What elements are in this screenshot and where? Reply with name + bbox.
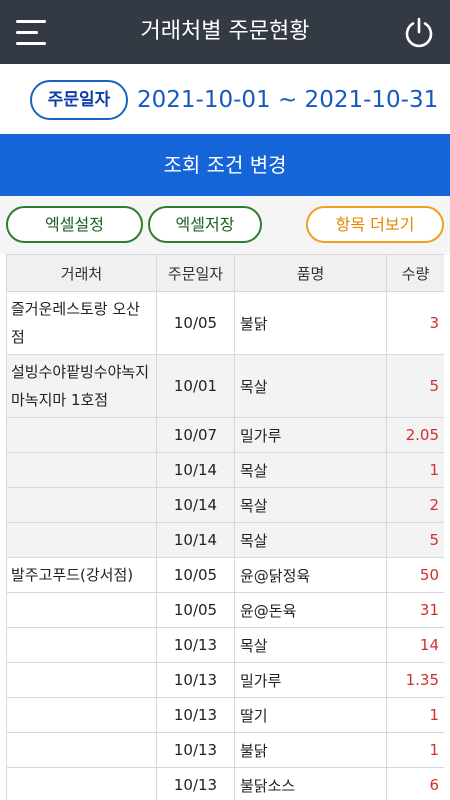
change-search-condition-button[interactable]: 조회 조건 변경 — [0, 134, 450, 196]
quantity-cell: 5 — [386, 354, 444, 418]
column-header-vendor[interactable]: 거래처 — [6, 254, 157, 292]
table-row[interactable]: 10/14 목살 2 — [6, 487, 444, 523]
order-date-cell: 10/14 — [156, 487, 235, 523]
quantity-cell: 50 — [386, 557, 444, 593]
date-range-text[interactable]: 2021-10-01 ~ 2021-10-31 — [137, 80, 438, 120]
table-row[interactable]: 발주고푸드(강서점) 10/05 윤@닭정육 50 — [6, 557, 444, 593]
item-cell: 목살 — [234, 627, 387, 663]
order-table-container[interactable]: 거래처 주문일자 품명 수량 즐거운레스토랑 오산점 10/05 불닭 3 설빙… — [6, 254, 444, 800]
more-items-button[interactable]: 항목 더보기 — [306, 206, 444, 243]
quantity-cell: 6 — [386, 767, 444, 800]
quantity-cell: 1 — [386, 732, 444, 768]
order-date-cell: 10/01 — [156, 354, 235, 418]
order-date-cell: 10/13 — [156, 732, 235, 768]
item-cell: 불닭소스 — [234, 767, 387, 800]
vendor-cell — [6, 767, 157, 800]
table-row[interactable]: 설빙수야팥빙수야녹지마녹지마 1호점 10/01 목살 5 — [6, 354, 444, 418]
item-cell: 목살 — [234, 522, 387, 558]
table-row[interactable]: 10/13 불닭 1 — [6, 732, 444, 768]
vendor-cell — [6, 592, 157, 628]
item-cell: 목살 — [234, 452, 387, 488]
order-date-cell: 10/07 — [156, 417, 235, 453]
vendor-cell: 즐거운레스토랑 오산점 — [6, 291, 157, 355]
order-date-cell: 10/13 — [156, 767, 235, 800]
quantity-cell: 3 — [386, 291, 444, 355]
vendor-cell: 설빙수야팥빙수야녹지마녹지마 1호점 — [6, 354, 157, 418]
order-date-badge[interactable]: 주문일자 — [30, 80, 128, 120]
table-row[interactable]: 10/14 목살 5 — [6, 522, 444, 558]
vendor-cell — [6, 732, 157, 768]
order-date-cell: 10/05 — [156, 557, 235, 593]
item-cell: 딸기 — [234, 697, 387, 733]
quantity-cell: 1 — [386, 452, 444, 488]
table-row[interactable]: 10/13 목살 14 — [6, 627, 444, 663]
quantity-cell: 2 — [386, 487, 444, 523]
item-cell: 윤@돈육 — [234, 592, 387, 628]
vendor-cell — [6, 452, 157, 488]
item-cell: 윤@닭정육 — [234, 557, 387, 593]
app-header: 거래처별 주문현황 — [0, 0, 450, 64]
column-header-quantity[interactable]: 수량 — [386, 254, 444, 292]
vendor-cell — [6, 697, 157, 733]
power-icon[interactable] — [402, 16, 436, 50]
column-header-order-date[interactable]: 주문일자 — [156, 254, 235, 292]
item-cell: 불닭 — [234, 732, 387, 768]
vendor-cell — [6, 522, 157, 558]
table-row[interactable]: 10/13 밀가루 1.35 — [6, 662, 444, 698]
quantity-cell: 5 — [386, 522, 444, 558]
quantity-cell: 2.05 — [386, 417, 444, 453]
table-row[interactable]: 10/13 불닭소스 6 — [6, 767, 444, 800]
vendor-cell — [6, 487, 157, 523]
excel-save-button[interactable]: 엑셀저장 — [148, 206, 262, 243]
vendor-cell — [6, 627, 157, 663]
table-row[interactable]: 10/05 윤@돈육 31 — [6, 592, 444, 628]
order-date-cell: 10/14 — [156, 452, 235, 488]
table-row[interactable]: 즐거운레스토랑 오산점 10/05 불닭 3 — [6, 291, 444, 355]
vendor-cell — [6, 417, 157, 453]
quantity-cell: 14 — [386, 627, 444, 663]
table-row[interactable]: 10/13 딸기 1 — [6, 697, 444, 733]
table-header-row: 거래처 주문일자 품명 수량 — [6, 254, 444, 292]
page-title: 거래처별 주문현황 — [140, 19, 310, 44]
order-date-cell: 10/05 — [156, 592, 235, 628]
item-cell: 불닭 — [234, 291, 387, 355]
order-date-cell: 10/05 — [156, 291, 235, 355]
vendor-cell: 발주고푸드(강서점) — [6, 557, 157, 593]
excel-settings-button[interactable]: 엑셀설정 — [6, 206, 143, 243]
order-date-cell: 10/13 — [156, 627, 235, 663]
item-cell: 목살 — [234, 487, 387, 523]
hamburger-icon[interactable] — [16, 20, 46, 46]
item-cell: 밀가루 — [234, 662, 387, 698]
order-table: 거래처 주문일자 품명 수량 즐거운레스토랑 오산점 10/05 불닭 3 설빙… — [6, 254, 444, 800]
quantity-cell: 1.35 — [386, 662, 444, 698]
table-row[interactable]: 10/14 목살 1 — [6, 452, 444, 488]
item-cell: 목살 — [234, 354, 387, 418]
action-button-row: 엑셀설정 엑셀저장 항목 더보기 — [0, 196, 450, 254]
order-date-cell: 10/13 — [156, 697, 235, 733]
order-date-cell: 10/13 — [156, 662, 235, 698]
order-date-cell: 10/14 — [156, 522, 235, 558]
quantity-cell: 1 — [386, 697, 444, 733]
vendor-cell — [6, 662, 157, 698]
item-cell: 밀가루 — [234, 417, 387, 453]
quantity-cell: 31 — [386, 592, 444, 628]
date-filter-row: 주문일자 2021-10-01 ~ 2021-10-31 — [0, 64, 450, 134]
column-header-item[interactable]: 품명 — [234, 254, 387, 292]
table-row[interactable]: 10/07 밀가루 2.05 — [6, 417, 444, 453]
